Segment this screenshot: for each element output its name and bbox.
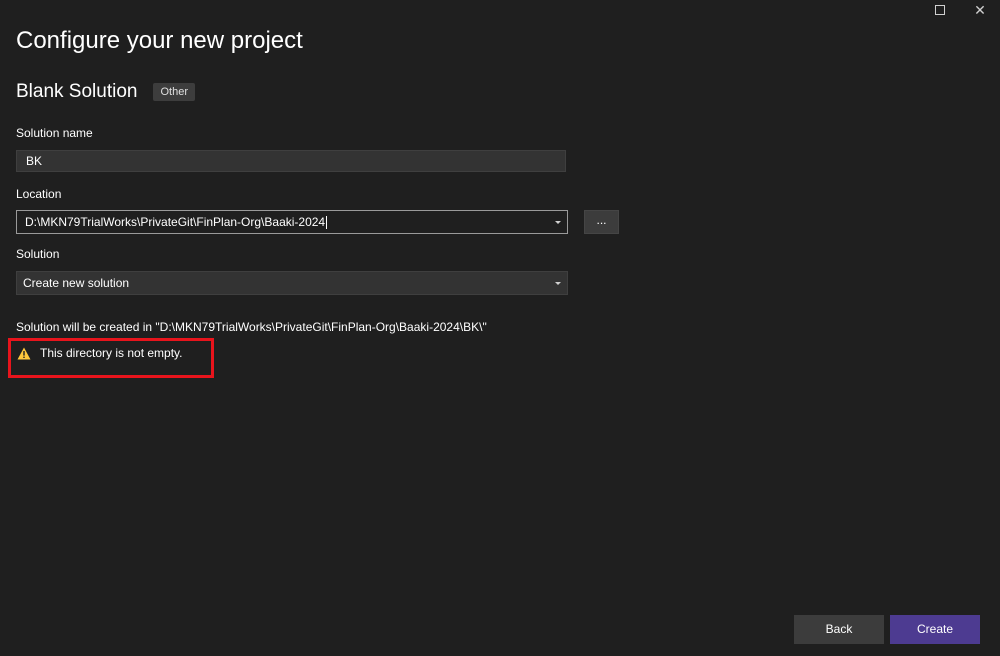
browse-button[interactable]: ...: [584, 210, 619, 234]
close-button[interactable]: ✕: [960, 0, 1000, 20]
solution-label: Solution: [16, 247, 60, 261]
window-controls: ✕: [920, 0, 1000, 20]
solution-name-label: Solution name: [16, 126, 93, 140]
template-tag: Other: [153, 83, 195, 101]
maximize-icon: [935, 5, 945, 15]
warning-text: This directory is not empty.: [40, 346, 183, 360]
solution-path-info: Solution will be created in "D:\MKN79Tri…: [16, 320, 487, 334]
back-button[interactable]: Back: [794, 615, 884, 644]
location-combobox[interactable]: D:\MKN79TrialWorks\PrivateGit\FinPlan-Or…: [16, 210, 568, 234]
solution-name-input[interactable]: BK: [16, 150, 566, 172]
chevron-down-icon[interactable]: [555, 282, 561, 285]
location-label: Location: [16, 187, 62, 201]
text-caret: [326, 216, 328, 230]
close-icon: ✕: [974, 2, 986, 18]
solution-dropdown[interactable]: Create new solution: [16, 271, 568, 295]
warning-icon: [17, 347, 31, 359]
warning-message: This directory is not empty.: [17, 346, 183, 360]
page-title: Configure your new project: [16, 27, 303, 54]
configure-project-dialog: ✕ Configure your new project Blank Solut…: [0, 0, 1000, 656]
template-name: Blank Solution: [16, 81, 138, 102]
chevron-down-icon[interactable]: [555, 221, 561, 224]
maximize-button[interactable]: [920, 0, 960, 20]
solution-value: Create new solution: [23, 276, 130, 290]
template-header: Blank Solution Other: [16, 81, 195, 103]
create-button[interactable]: Create: [890, 615, 980, 644]
location-value: D:\MKN79TrialWorks\PrivateGit\FinPlan-Or…: [25, 215, 326, 229]
